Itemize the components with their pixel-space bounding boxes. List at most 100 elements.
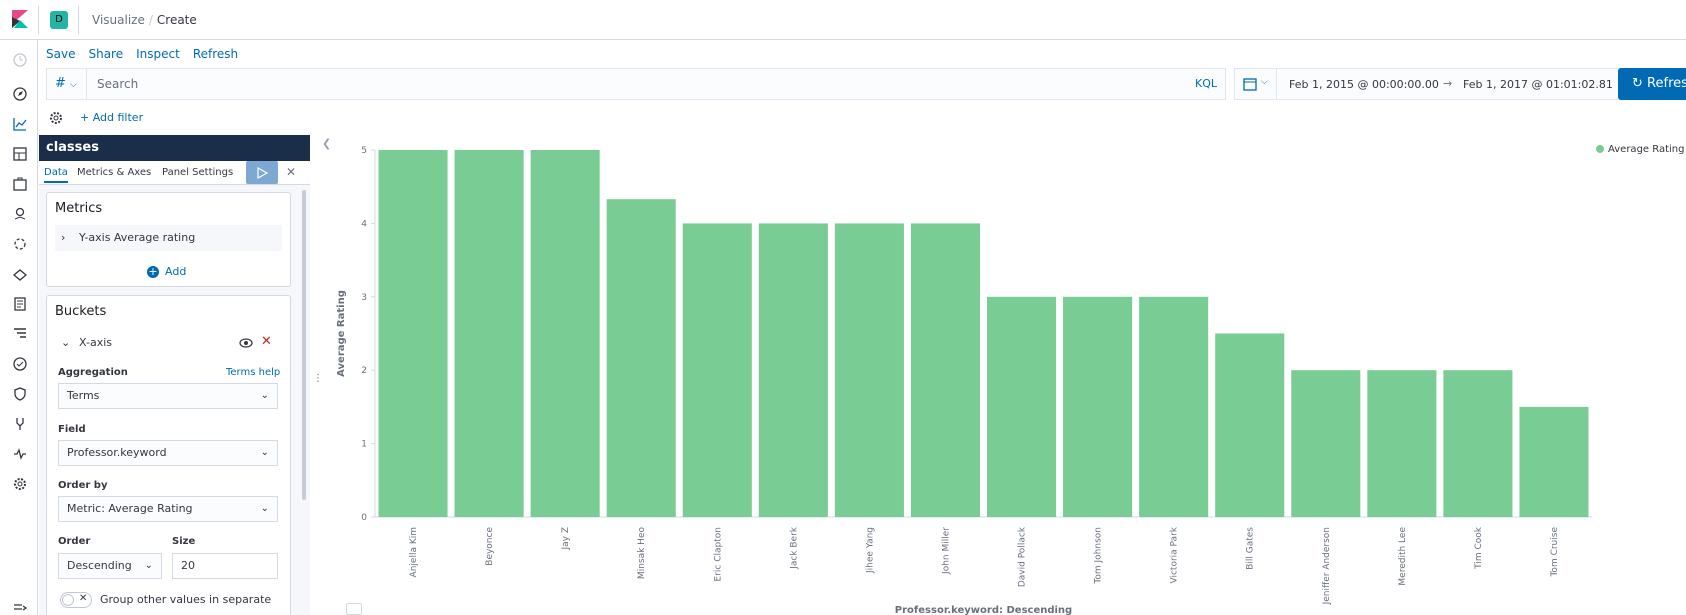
x-tick-label: Eric Clapton [713,527,723,581]
canvas-icon[interactable] [12,176,28,192]
y-tick-label: 1 [361,440,367,450]
save-menu-item[interactable]: Save [46,47,75,61]
x-tick-label: Beyonce [485,527,495,566]
breadcrumb-separator: / [148,13,153,27]
monitoring-heartbeat-icon[interactable] [12,446,28,462]
breadcrumb-visualize[interactable]: Visualize [92,13,145,27]
kql-toggle[interactable]: KQL [1195,77,1217,90]
recent-clock-icon[interactable] [12,52,28,68]
refresh-button[interactable]: ↻ Refresh [1618,68,1686,100]
inspect-menu-item[interactable]: Inspect [136,47,180,61]
x-tick-label: Jack Berk [789,526,799,570]
legend-swatch [1596,145,1604,153]
aggregation-select[interactable]: Terms ⌄ [58,383,278,409]
top-nav-menu: Save Share Inspect Refresh [46,47,251,61]
group-other-toggle[interactable]: ✕ [60,592,92,608]
order-select[interactable]: Descending ⌄ [58,553,162,579]
end-date[interactable]: Feb 1, 2017 @ 01:01:02.81 [1463,78,1613,91]
x-tick-label: David Pollack [1018,526,1028,587]
saved-query-button[interactable]: # ⌵ [47,69,87,99]
field-select[interactable]: Professor.keyword ⌄ [58,440,278,466]
chevron-down-icon: ⌵ [70,80,77,90]
quick-date-menu-button[interactable]: ⌵ [1235,69,1277,99]
refresh-menu-item[interactable]: Refresh [193,47,238,61]
discover-compass-icon[interactable] [12,86,28,102]
share-menu-item[interactable]: Share [88,47,123,61]
tab-panel-settings[interactable]: Panel Settings [162,167,233,178]
collapse-nav-icon[interactable] [12,600,28,615]
maps-icon[interactable] [12,206,28,222]
legend-series-label: Average Rating [1608,144,1685,155]
visualize-chart-icon[interactable] [12,116,28,132]
start-date[interactable]: Feb 1, 2015 @ 00:00:00.00 [1289,78,1439,91]
bucket-x-axis-row[interactable]: ⌄ X-axis ✕ [55,330,282,356]
uptime-icon[interactable] [12,356,28,372]
apply-changes-button[interactable] [246,161,278,184]
dashboard-icon[interactable] [12,146,28,162]
x-tick-label: Bill Gates [1246,527,1256,570]
tab-data[interactable]: Data [44,167,68,183]
order-by-select[interactable]: Metric: Average Rating ⌄ [58,496,278,522]
date-arrow: → [1443,77,1453,90]
header-divider [38,6,39,34]
play-icon [257,167,268,179]
chevron-down-icon: ⌄ [61,336,71,349]
metrics-title: Metrics [55,201,103,216]
terms-help-link[interactable]: Terms help [226,367,280,378]
breadcrumb-create: Create [156,13,197,27]
metric-y-axis-label: Y-axis Average rating [79,231,196,244]
chevron-down-icon: ⌵ [1261,77,1268,87]
chevron-down-icon: ⌄ [260,447,269,458]
chevron-right-icon: › [61,231,66,244]
y-tick-label: 4 [361,219,367,229]
add-metric-label: Add [165,265,187,278]
bar-minsak-heo [606,199,676,517]
date-picker: ⌵ Feb 1, 2015 @ 00:00:00.00 → Feb 1, 201… [1234,68,1626,100]
resize-handle-icon[interactable]: ⋮ [313,373,323,384]
legend-toggle-list-icon[interactable] [346,603,362,615]
add-metric-button[interactable]: + Add [147,265,186,278]
chart-legend[interactable]: Average Rating [1596,144,1684,155]
metrics-panel: Metrics › Y-axis Average rating + Add [46,192,291,287]
add-filter-link[interactable]: + Add filter [80,111,143,124]
aggregation-value: Terms [67,389,100,402]
size-label: Size [172,536,196,547]
search-input[interactable]: Search [97,77,138,91]
x-tick-label: John Miller [941,527,951,575]
bar-jihee-yang [834,223,904,517]
visualization-title: classes [39,135,310,161]
saved-query-hash-icon: # [55,76,66,91]
kibana-logo-icon[interactable] [12,10,28,28]
discard-close-icon[interactable]: ✕ [286,165,296,179]
remove-bucket-icon[interactable]: ✕ [261,334,272,349]
header-divider [78,6,79,34]
metric-y-axis-row[interactable]: › Y-axis Average rating [55,225,282,251]
sidebar-scrollbar[interactable] [302,190,306,500]
infrastructure-icon[interactable] [12,266,28,282]
eye-icon[interactable] [239,337,253,349]
management-gear-icon[interactable] [12,476,28,492]
filter-settings-gear-icon[interactable] [48,110,64,126]
x-axis-title: Professor.keyword: Descending [895,605,1072,615]
x-tick-label: Jay Z [561,527,571,551]
x-tick-label: Tom Johnson [1094,527,1104,585]
ml-icon[interactable] [12,236,28,252]
field-label: Field [58,424,86,435]
x-tick-label: Anjella Kim [409,527,419,577]
tab-metrics-axes[interactable]: Metrics & Axes [77,167,151,178]
dev-tools-icon[interactable] [12,416,28,432]
siem-icon[interactable] [12,386,28,402]
order-by-value: Metric: Average Rating [67,502,193,515]
apm-icon[interactable] [12,326,28,342]
bar-john-miller [910,223,980,517]
left-nav [0,40,38,615]
bar-jeniffer-anderson [1291,370,1361,517]
space-avatar[interactable]: D [50,11,68,29]
y-tick-label: 3 [361,293,367,303]
x-tick-label: Tom Cruise [1550,527,1560,578]
plus-circle-icon: + [147,265,159,278]
chevron-down-icon: ⌄ [260,503,269,514]
logs-icon[interactable] [12,296,28,312]
size-input[interactable]: 20 [172,553,278,579]
toggle-knob [62,594,74,606]
